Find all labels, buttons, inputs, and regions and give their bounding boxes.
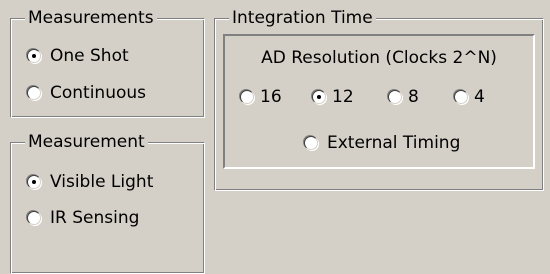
- resolution-8-radio[interactable]: 8: [388, 86, 419, 108]
- ad-resolution-panel: AD Resolution (Clocks 2^N) 16 12 8 4 Ext…: [223, 34, 535, 169]
- radio-indicator[interactable]: [454, 90, 468, 104]
- resolution-12-radio[interactable]: 12: [312, 86, 354, 108]
- resolution-16-label: 16: [260, 87, 282, 107]
- integration-time-group-title: Integration Time: [229, 7, 376, 29]
- resolution-16-radio[interactable]: 16: [240, 86, 282, 108]
- ir-sensing-radio[interactable]: IR Sensing: [27, 207, 139, 229]
- measurements-group-title: Measurements: [25, 7, 157, 29]
- visible-light-radio[interactable]: Visible Light: [27, 171, 153, 193]
- resolution-12-label: 12: [332, 87, 354, 107]
- visible-light-label: Visible Light: [50, 172, 154, 192]
- radio-indicator[interactable]: [312, 90, 326, 104]
- radio-indicator[interactable]: [27, 49, 41, 63]
- radio-indicator[interactable]: [304, 136, 318, 150]
- radio-indicator[interactable]: [240, 90, 254, 104]
- ad-resolution-label: AD Resolution (Clocks 2^N): [261, 48, 497, 68]
- ir-sensing-label: IR Sensing: [50, 208, 140, 228]
- continuous-radio[interactable]: Continuous: [27, 82, 146, 104]
- resolution-8-label: 8: [408, 87, 419, 107]
- one-shot-radio[interactable]: One Shot: [27, 45, 129, 67]
- one-shot-label: One Shot: [50, 46, 129, 66]
- external-timing-radio[interactable]: External Timing: [304, 132, 460, 154]
- measurement-group: Measurement Visible Light IR Sensing: [10, 131, 205, 274]
- integration-time-group: Integration Time AD Resolution (Clocks 2…: [214, 7, 544, 191]
- radio-indicator[interactable]: [388, 90, 402, 104]
- measurements-group: Measurements One Shot Continuous: [10, 7, 205, 118]
- resolution-4-label: 4: [474, 87, 485, 107]
- external-timing-label: External Timing: [327, 133, 461, 153]
- radio-indicator[interactable]: [27, 211, 41, 225]
- measurement-group-title: Measurement: [25, 131, 148, 153]
- continuous-label: Continuous: [50, 83, 147, 103]
- radio-indicator[interactable]: [27, 86, 41, 100]
- radio-indicator[interactable]: [27, 175, 41, 189]
- resolution-4-radio[interactable]: 4: [454, 86, 485, 108]
